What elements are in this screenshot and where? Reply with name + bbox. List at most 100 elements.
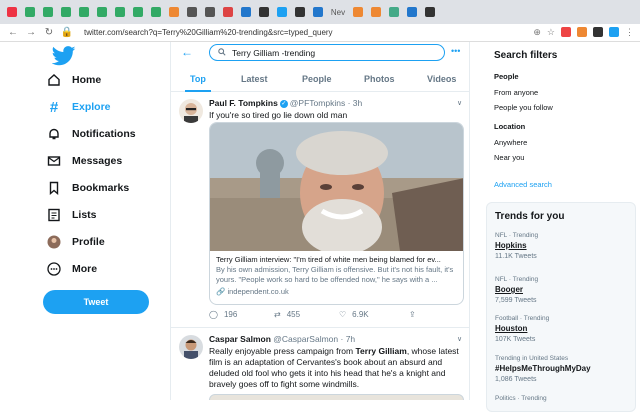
browser-tab[interactable] [368,4,384,20]
back-arrow-icon[interactable]: ← [6,27,20,38]
browser-tab[interactable] [58,4,74,20]
avatar[interactable] [179,99,203,123]
nav-explore[interactable]: # Explore [46,99,111,116]
nav-label: Bookmarks [72,182,130,194]
filter-people-you-follow[interactable]: People you follow [494,103,553,112]
browser-tab[interactable] [422,4,438,20]
bell-icon [46,126,62,142]
advanced-search-link[interactable]: Advanced search [494,180,552,189]
browser-tab[interactable] [202,4,218,20]
browser-tab[interactable] [404,4,420,20]
tweet-button[interactable]: Tweet [43,290,149,314]
tab-top[interactable]: Top [190,74,206,84]
nav-more[interactable]: More [46,261,97,277]
nav-bookmarks[interactable]: Bookmarks [46,180,129,196]
trend-name[interactable]: #HelpsMeThroughMyDay [495,364,591,373]
filter-from-anyone[interactable]: From anyone [494,88,538,97]
tweet[interactable]: Caspar Salmon @CasparSalmon · 7h ∨ Reall… [171,329,469,400]
menu-icon[interactable]: ⋮ [625,27,634,38]
tweet-header: Caspar Salmon @CasparSalmon · 7h [209,334,355,344]
like-button[interactable]: ♡ 6.9K [339,310,369,319]
share-button[interactable]: ⇪ [409,310,416,319]
browser-tab[interactable] [130,4,146,20]
extension-icon[interactable]: ⊕ [533,27,541,38]
extension-icon[interactable] [593,27,603,37]
tweet[interactable]: Paul F. Tompkins ✓ @PFTompkins · 3h ∨ If y… [171,93,469,328]
browser-tab[interactable] [184,4,200,20]
forward-arrow-icon[interactable]: → [24,27,38,38]
tab-photos[interactable]: Photos [364,74,395,84]
reload-icon[interactable]: ↻ [42,27,56,38]
nav-messages[interactable]: Messages [46,153,122,169]
browser-tab[interactable] [274,4,290,20]
embedded-image-top [209,394,464,400]
browser-tab[interactable] [112,4,128,20]
nav-lists[interactable]: Lists [46,207,97,223]
chevron-down-icon[interactable]: ∨ [457,335,462,343]
browser-tab[interactable] [148,4,164,20]
star-icon[interactable]: ☆ [547,27,555,38]
retweet-count: 455 [286,310,301,319]
browser-tab[interactable] [4,4,20,20]
reply-icon: ◯ [209,310,218,319]
tab-latest[interactable]: Latest [241,74,268,84]
browser-tab[interactable] [292,4,308,20]
search-input[interactable]: Terry Gilliam -trending [209,44,445,61]
trend-name[interactable]: Hopkins [495,241,527,250]
browser-tab[interactable] [310,4,326,20]
browser-tab[interactable] [22,4,38,20]
trends-title: Trends for you [495,211,565,222]
trend-name[interactable]: Booger [495,285,523,294]
author-handle[interactable]: @PFTompkins [290,98,345,108]
browser-tab[interactable] [220,4,236,20]
browser-tab[interactable] [256,4,272,20]
browser-tab[interactable] [166,4,182,20]
bookmark-icon [46,180,62,196]
avatar[interactable] [179,335,203,359]
nav-profile[interactable]: Profile [46,234,105,250]
browser-tab[interactable] [94,4,110,20]
nav-label: Notifications [72,128,136,140]
tweet-time[interactable]: · 3h [348,98,363,108]
trend-count: 1,086 Tweets [495,376,537,383]
back-arrow-icon[interactable]: ← [181,45,193,59]
extension-icon[interactable] [561,27,571,37]
more-options-icon[interactable]: ••• [451,46,460,56]
author-handle[interactable]: @CasparSalmon [273,334,338,344]
share-icon: ⇪ [409,310,416,319]
retweet-button[interactable]: ⇄ 455 [274,310,300,319]
heart-icon: ♡ [339,310,347,319]
more-icon [46,261,62,277]
browser-tab[interactable] [386,4,402,20]
favicon-icon [151,7,161,17]
url-field[interactable]: twitter.com/search?q=Terry%20Gilliam%20-… [84,28,333,37]
browser-tab[interactable] [76,4,92,20]
nav-notifications[interactable]: Notifications [46,126,136,142]
tab-videos[interactable]: Videos [427,74,456,84]
right-sidebar: Search filters People From anyone People… [484,42,640,412]
link-card[interactable]: Terry Gilliam interview: "I'm tired of w… [209,122,464,305]
filter-anywhere[interactable]: Anywhere [494,138,527,147]
reply-button[interactable]: ◯ 196 [209,310,237,319]
favicon-icon [389,7,399,17]
author-name[interactable]: Paul F. Tompkins [209,98,278,108]
twitter-logo-icon[interactable] [52,46,76,66]
author-name[interactable]: Caspar Salmon [209,334,271,344]
tweet-time[interactable]: · 7h [341,334,356,344]
chevron-down-icon[interactable]: ∨ [457,99,462,107]
favicon-icon [425,7,435,17]
card-link[interactable]: 🔗 independent.co.uk [216,287,289,296]
browser-tab[interactable] [40,4,56,20]
trend-count: 107K Tweets [495,336,536,343]
filter-near-you[interactable]: Near you [494,153,524,162]
browser-tab[interactable] [238,4,254,20]
trend-name[interactable]: Houston [495,324,527,333]
link-icon: 🔗 [216,287,226,296]
nav-home[interactable]: Home [46,72,101,88]
tab-people[interactable]: People [302,74,332,84]
extension-icon[interactable] [609,27,619,37]
filter-location-label: Location [494,122,526,131]
extension-icon[interactable] [577,27,587,37]
browser-tab[interactable]: Nev [328,4,348,20]
browser-tab[interactable] [350,4,366,20]
